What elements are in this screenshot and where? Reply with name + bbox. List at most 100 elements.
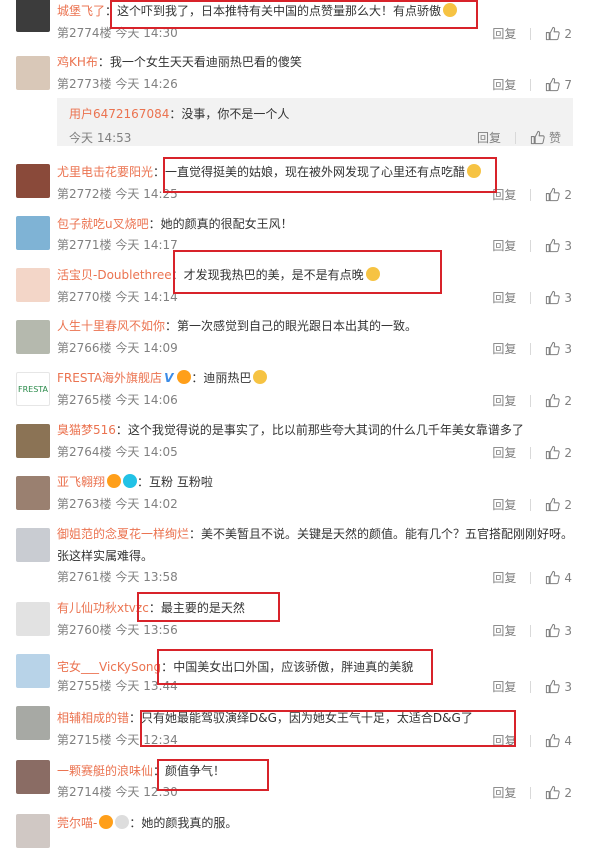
reply-button[interactable]: 回复 xyxy=(492,678,516,695)
reply-button[interactable]: 回复 xyxy=(492,444,516,461)
username[interactable]: 亚飞翱翔 xyxy=(57,475,105,489)
shy-emoji-icon xyxy=(365,267,380,281)
thumbs-up-icon xyxy=(546,77,561,92)
reply-button[interactable]: 回复 xyxy=(492,186,516,203)
comment-item: 活宝贝-Doublethree：才发现我热巴的美，是不是有点晚 第2770楼 今… xyxy=(0,260,589,312)
like-button[interactable]: 3 xyxy=(545,238,572,253)
floor-number: 第2760楼 xyxy=(57,623,112,637)
username[interactable]: 御姐范的念夏花一样绚烂 xyxy=(57,527,189,541)
floor-number: 第2766楼 xyxy=(57,341,112,355)
like-count: 4 xyxy=(564,733,572,748)
like-count: 3 xyxy=(564,238,572,253)
reply-button[interactable]: 回复 xyxy=(492,25,516,42)
username[interactable]: 鸡KH布 xyxy=(57,55,98,69)
comment-text: 这个我觉得说的是事实了，比以前那些夸大其词的什么几千年美女靠谱多了 xyxy=(127,423,524,437)
reply-button[interactable]: 回复 xyxy=(492,289,516,306)
like-button[interactable]: 3 xyxy=(545,290,572,305)
timestamp: 今天 13:44 xyxy=(115,679,178,693)
avatar[interactable] xyxy=(16,760,50,794)
username[interactable]: 活宝贝-Doublethree xyxy=(57,268,172,282)
reply-button[interactable]: 回复 xyxy=(477,129,501,146)
reply-button[interactable]: 回复 xyxy=(492,732,516,749)
username[interactable]: 有儿仙功秋xtvzc xyxy=(57,601,149,615)
like-button[interactable]: 4 xyxy=(545,733,572,748)
avatar[interactable]: FRESTA xyxy=(16,372,50,406)
like-button[interactable]: 3 xyxy=(545,623,572,638)
thumbs-up-icon xyxy=(546,497,561,512)
username[interactable]: 相辅相成的错 xyxy=(57,711,129,725)
reply-button[interactable]: 回复 xyxy=(492,569,516,586)
avatar[interactable] xyxy=(16,706,50,740)
thumbs-up-icon xyxy=(546,341,561,356)
avatar[interactable] xyxy=(16,476,50,510)
like-count: 4 xyxy=(564,570,572,585)
avatar[interactable] xyxy=(16,0,50,32)
floor-number: 第2755楼 xyxy=(57,679,112,693)
avatar[interactable] xyxy=(16,528,50,562)
username[interactable]: 一颗赛艇的浪味仙 xyxy=(57,764,153,778)
floor-number: 第2761楼 xyxy=(57,570,112,584)
like-button[interactable]: 4 xyxy=(545,570,572,585)
comment-text: 她的颜我真的服。 xyxy=(141,816,238,830)
like-button[interactable]: 3 xyxy=(545,341,572,356)
like-button[interactable]: 2 xyxy=(545,393,572,408)
avatar[interactable] xyxy=(16,424,50,458)
avatar[interactable] xyxy=(16,268,50,302)
avatar[interactable] xyxy=(16,814,50,848)
comment-item: 包子就吃u叉烧吧：她的颜真的很配女王风！ 第2771楼 今天 14:17 回复 … xyxy=(0,208,589,260)
thumbs-up-icon xyxy=(546,785,561,800)
username[interactable]: 包子就吃u叉烧吧 xyxy=(57,217,149,231)
floor-number: 第2771楼 xyxy=(57,238,112,252)
timestamp: 今天 14:26 xyxy=(115,77,178,91)
like-button[interactable]: 2 xyxy=(545,785,572,800)
timestamp: 今天 14:53 xyxy=(69,131,132,145)
reply-button[interactable]: 回复 xyxy=(492,237,516,254)
like-button[interactable]: 2 xyxy=(545,187,572,202)
comment-text: 这个吓到我了，日本推特有关中国的点赞量那么大！有点骄傲 xyxy=(117,4,442,18)
username[interactable]: 人生十里春风不如你 xyxy=(57,319,165,333)
timestamp: 今天 14:06 xyxy=(115,393,178,407)
like-button[interactable]: 2 xyxy=(545,497,572,512)
jealous-emoji-icon xyxy=(467,164,482,178)
avatar[interactable] xyxy=(16,216,50,250)
verified-icon: V xyxy=(164,371,174,385)
username[interactable]: 臭猫梦516 xyxy=(57,423,116,437)
username[interactable]: 尤里电击花要阳光 xyxy=(57,165,153,179)
floor-number: 第2714楼 xyxy=(57,785,112,799)
timestamp: 今天 13:56 xyxy=(115,623,178,637)
reply-button[interactable]: 回复 xyxy=(492,392,516,409)
reply-button[interactable]: 回复 xyxy=(492,340,516,357)
like-button[interactable]: 2 xyxy=(545,445,572,460)
avatar[interactable] xyxy=(16,320,50,354)
comment-item: 宅女___VicKySong：中国美女出口外国，应该骄傲，胖迪真的美貌 第275… xyxy=(0,646,589,698)
username[interactable]: 城堡飞了 xyxy=(57,4,105,18)
proud-emoji-icon xyxy=(443,3,458,17)
comment-item: 人生十里春风不如你：第一次感觉到自己的眼光跟日本出其的一致。 第2766楼 今天… xyxy=(0,312,589,364)
reply-button[interactable]: 回复 xyxy=(492,496,516,513)
like-button[interactable]: 赞 xyxy=(530,129,561,146)
like-button[interactable]: 3 xyxy=(545,679,572,694)
avatar[interactable] xyxy=(16,56,50,90)
comment-text: 迪丽热巴 xyxy=(203,371,252,385)
username[interactable]: 用户6472167084 xyxy=(69,107,169,121)
reply-button[interactable]: 回复 xyxy=(492,784,516,801)
comment-item: 臭猫梦516：这个我觉得说的是事实了，比以前那些夸大其词的什么几千年美女靠谱多了… xyxy=(0,416,589,468)
thumbs-up-icon xyxy=(546,623,561,638)
timestamp: 今天 14:05 xyxy=(115,445,178,459)
username[interactable]: 莞尔喵- xyxy=(57,816,97,830)
like-button[interactable]: 7 xyxy=(545,77,572,92)
panda-icon xyxy=(115,815,130,829)
comment-text: 最主要的是天然 xyxy=(160,601,245,615)
like-button[interactable]: 2 xyxy=(545,26,572,41)
avatar[interactable] xyxy=(16,602,50,636)
avatar[interactable] xyxy=(16,654,50,688)
timestamp: 今天 14:30 xyxy=(115,26,178,40)
like-count: 3 xyxy=(564,623,572,638)
reply-button[interactable]: 回复 xyxy=(492,622,516,639)
reply-button[interactable]: 回复 xyxy=(492,76,516,93)
like-count: 2 xyxy=(564,445,572,460)
username[interactable]: FRESTA海外旗舰店 xyxy=(57,371,162,385)
username[interactable]: 宅女___VicKySong xyxy=(57,660,161,674)
avatar[interactable] xyxy=(16,164,50,198)
comment-text-continued: 张这样实属难得。 xyxy=(57,549,154,563)
